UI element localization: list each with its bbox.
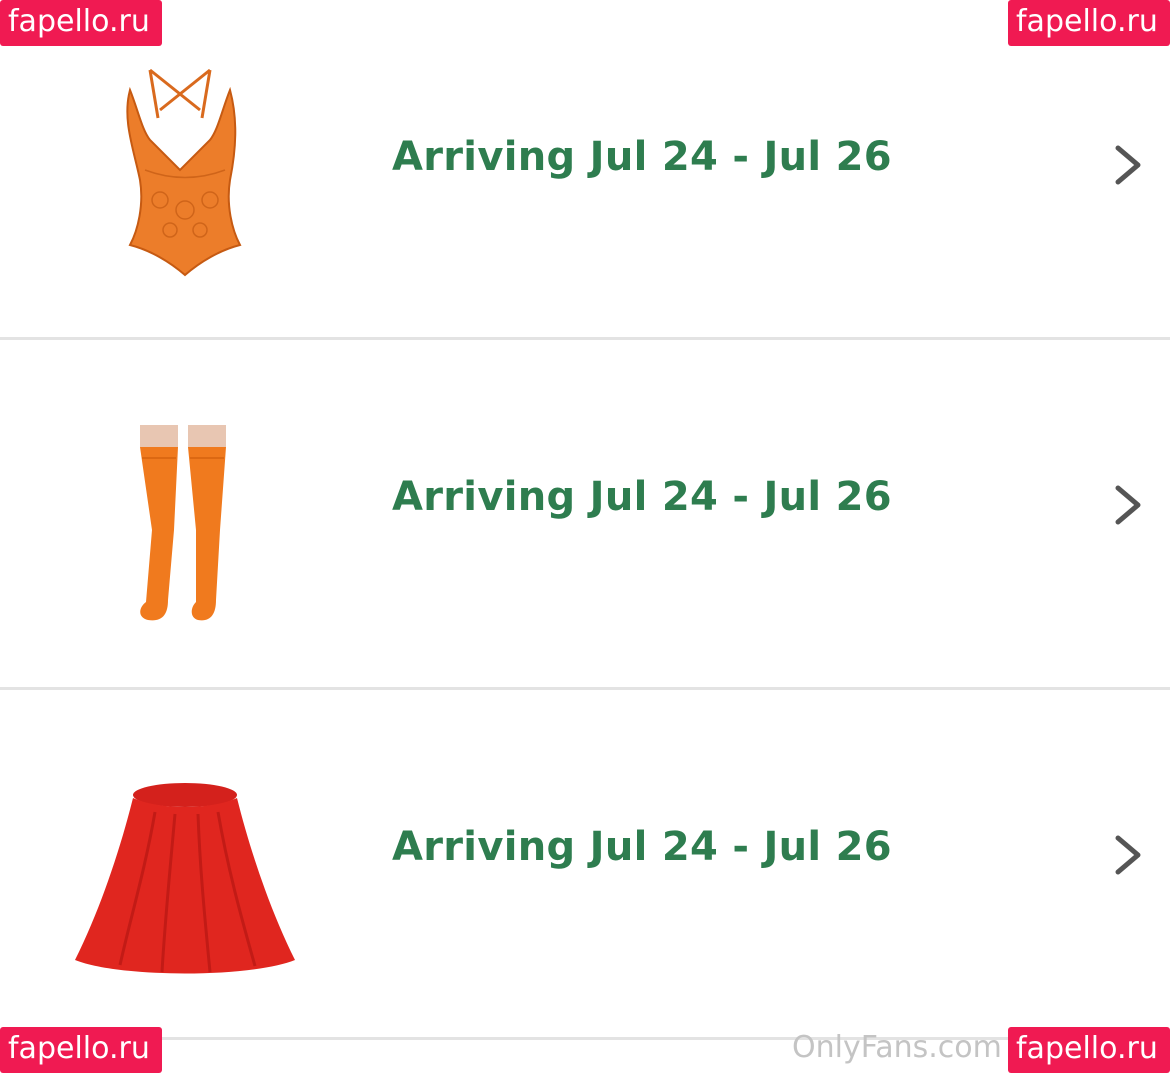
delivery-status: Arriving Jul 24 - Jul 26 bbox=[392, 824, 892, 870]
onlyfans-watermark: OnlyFans.com bbox=[792, 1030, 1002, 1065]
chevron-right-icon[interactable] bbox=[1108, 140, 1148, 190]
red-skater-skirt-image bbox=[75, 783, 295, 974]
watermark-label: fapello.ru bbox=[0, 0, 162, 46]
chevron-right-icon[interactable] bbox=[1108, 480, 1148, 530]
watermark-label: fapello.ru bbox=[1008, 1027, 1170, 1073]
delivery-status: Arriving Jul 24 - Jul 26 bbox=[392, 134, 892, 180]
orange-thigh-high-stockings-image bbox=[140, 425, 226, 621]
product-thumbnail-stockings bbox=[50, 370, 320, 640]
order-item-row[interactable]: Arriving Jul 24 - Jul 26 bbox=[0, 340, 1170, 680]
product-thumbnail-bodysuit bbox=[50, 30, 320, 300]
delivery-status: Arriving Jul 24 - Jul 26 bbox=[392, 474, 892, 520]
watermark-label: fapello.ru bbox=[0, 1027, 162, 1073]
order-item-row[interactable]: Arriving Jul 24 - Jul 26 bbox=[0, 690, 1170, 1030]
order-item-row[interactable]: Arriving Jul 24 - Jul 26 bbox=[0, 0, 1170, 340]
product-thumbnail-skirt bbox=[50, 720, 320, 990]
watermark-label: fapello.ru bbox=[1008, 0, 1170, 46]
orange-lace-bodysuit-image bbox=[126, 68, 242, 277]
chevron-right-icon[interactable] bbox=[1108, 830, 1148, 880]
